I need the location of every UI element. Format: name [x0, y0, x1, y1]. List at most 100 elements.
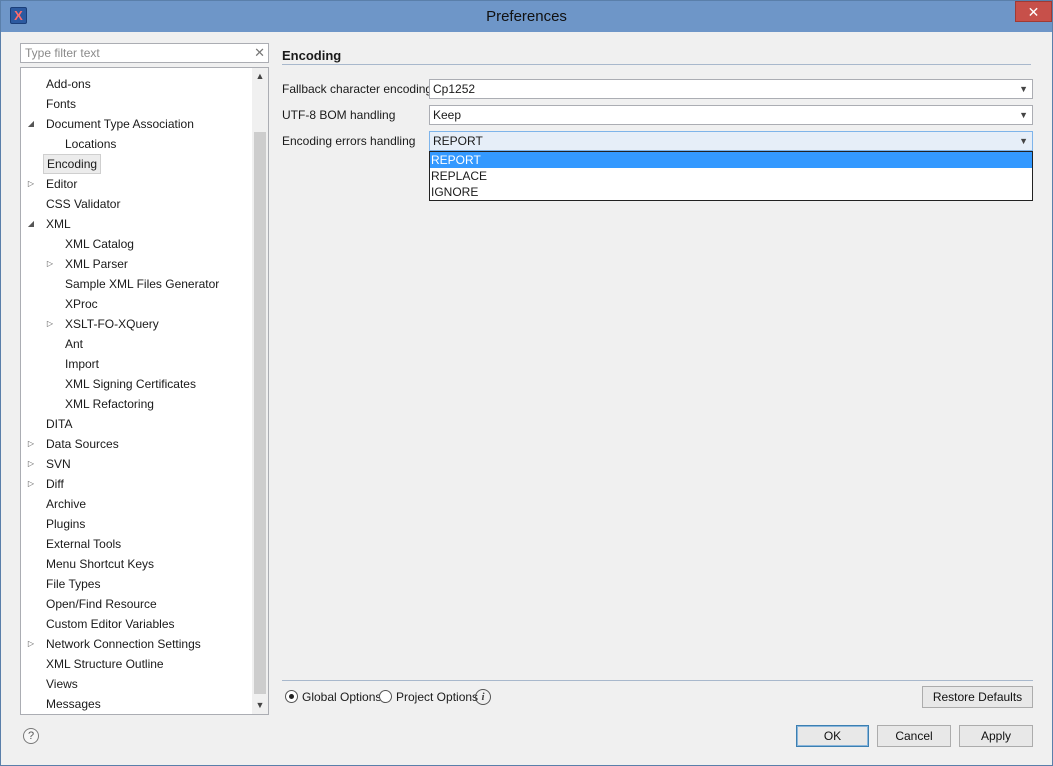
tree-item-label: XML Structure Outline — [46, 657, 164, 671]
errors-handling-value: REPORT — [433, 134, 483, 148]
collapsed-arrow-icon[interactable]: ▷ — [44, 254, 56, 274]
tree-item[interactable]: ▷ XML Parser — [21, 254, 253, 274]
collapsed-arrow-icon[interactable]: ▷ — [25, 454, 37, 474]
tree-item-label: Locations — [65, 137, 117, 151]
clear-filter-icon[interactable]: ✕ — [254, 45, 265, 61]
global-options-radio[interactable]: Global Options — [285, 690, 381, 704]
expanded-arrow-icon[interactable]: ◢ — [25, 114, 37, 134]
tree-item-label: Open/Find Resource — [46, 597, 157, 611]
tree-item[interactable]: ▷ Editor — [21, 174, 253, 194]
tree-item[interactable]: ◢ Document Type Association — [21, 114, 253, 134]
tree-item-label: Import — [65, 357, 100, 371]
collapsed-arrow-icon[interactable]: ▷ — [25, 434, 37, 454]
dropdown-option[interactable]: REPORT — [430, 152, 1032, 168]
tree-item[interactable]: Encoding — [21, 154, 253, 174]
filter-input[interactable] — [21, 44, 246, 62]
tree-item[interactable]: CSS Validator — [21, 194, 253, 214]
tree-item-label: Fonts — [46, 97, 77, 111]
tree-item-label: XML Parser — [65, 257, 128, 271]
tree-item[interactable]: Locations — [21, 134, 253, 154]
tree-item[interactable]: ▷ Diff — [21, 474, 253, 494]
tree-item-label: XML Signing Certificates — [65, 377, 196, 391]
tree-item[interactable]: ▷ SVN — [21, 454, 253, 474]
tree-item[interactable]: Fonts — [21, 94, 253, 114]
info-icon[interactable]: i — [475, 689, 491, 705]
dropdown-option[interactable]: IGNORE — [430, 184, 1032, 200]
help-icon[interactable]: ? — [23, 728, 39, 744]
tree-item[interactable]: Views — [21, 674, 253, 694]
radio-indicator[interactable] — [285, 690, 298, 703]
tree-item-label: Menu Shortcut Keys — [46, 557, 155, 571]
tree-item[interactable]: Custom Editor Variables — [21, 614, 253, 634]
tree-item[interactable]: ▷ Data Sources — [21, 434, 253, 454]
close-window-button[interactable]: ✕ — [1015, 1, 1052, 22]
tree-item-label: Views — [46, 677, 78, 691]
title-divider — [282, 64, 1031, 65]
tree-item[interactable]: Import — [21, 354, 253, 374]
title-bar[interactable]: X Preferences ✕ — [1, 1, 1052, 32]
tree-item[interactable]: Menu Shortcut Keys — [21, 554, 253, 574]
collapsed-arrow-icon[interactable]: ▷ — [44, 314, 56, 334]
window-title: Preferences — [486, 8, 567, 25]
errors-handling-select[interactable]: REPORT ▼ — [429, 131, 1033, 151]
tree-item-label: XProc — [65, 297, 98, 311]
bom-handling-value: Keep — [433, 108, 462, 122]
tree-item[interactable]: XML Catalog — [21, 234, 253, 254]
chevron-down-icon: ▼ — [1019, 110, 1028, 120]
project-options-radio[interactable]: Project Options — [379, 690, 478, 704]
chevron-down-icon: ▼ — [1019, 136, 1028, 146]
tree-item-label: XML Catalog — [65, 237, 134, 251]
tree-item[interactable]: File Types — [21, 574, 253, 594]
scroll-thumb[interactable] — [254, 132, 266, 694]
radio-indicator[interactable] — [379, 690, 392, 703]
tree-item-label: Add-ons — [46, 77, 91, 91]
scroll-down-icon[interactable]: ▼ — [252, 697, 268, 714]
tree-item-label: Sample XML Files Generator — [65, 277, 220, 291]
tree-item[interactable]: ◢ XML — [21, 214, 253, 234]
bom-handling-label: UTF-8 BOM handling — [282, 108, 396, 122]
bom-handling-select[interactable]: Keep ▼ — [429, 105, 1033, 125]
ok-button[interactable]: OK — [796, 725, 869, 747]
tree-item[interactable]: Messages — [21, 694, 253, 714]
collapsed-arrow-icon[interactable]: ▷ — [25, 174, 37, 194]
tree-item[interactable]: Ant — [21, 334, 253, 354]
tree-item-label: XSLT-FO-XQuery — [65, 317, 159, 331]
tree-item[interactable]: Archive — [21, 494, 253, 514]
errors-handling-dropdown: REPORT REPLACE IGNORE — [429, 151, 1033, 201]
tree-item-label: Messages — [46, 697, 101, 711]
tree-item[interactable]: Sample XML Files Generator — [21, 274, 253, 294]
cancel-button[interactable]: Cancel — [877, 725, 951, 747]
tree-item[interactable]: ▷ XSLT-FO-XQuery — [21, 314, 253, 334]
tree-item-label: Document Type Association — [46, 117, 194, 131]
tree-item[interactable]: Plugins — [21, 514, 253, 534]
tree-item-label: Custom Editor Variables — [46, 617, 175, 631]
fallback-encoding-label: Fallback character encoding — [282, 82, 433, 96]
tree-item[interactable]: ▷ Network Connection Settings — [21, 634, 253, 654]
preferences-tree: Add-ons Fonts ◢ Document Type Association Lo… — [20, 67, 269, 715]
collapsed-arrow-icon[interactable]: ▷ — [25, 474, 37, 494]
tree-item-label: Editor — [46, 177, 78, 191]
apply-button[interactable]: Apply — [959, 725, 1033, 747]
tree-item[interactable]: XML Structure Outline — [21, 654, 253, 674]
tree-scrollbar[interactable]: ▲ ▼ — [252, 68, 268, 714]
tree-item[interactable]: Add-ons — [21, 74, 253, 94]
dropdown-option[interactable]: REPLACE — [430, 168, 1032, 184]
tree-item[interactable]: External Tools — [21, 534, 253, 554]
tree-item[interactable]: XML Signing Certificates — [21, 374, 253, 394]
filter-box: ✕ — [20, 43, 269, 63]
tree-item-label: Plugins — [46, 517, 86, 531]
tree-item[interactable]: Open/Find Resource — [21, 594, 253, 614]
expanded-arrow-icon[interactable]: ◢ — [25, 214, 37, 234]
tree-item[interactable]: XML Refactoring — [21, 394, 253, 414]
preferences-dialog: X Preferences ✕ ✕ Add-ons Fonts ◢ Document … — [0, 0, 1053, 766]
tree-item-label: External Tools — [46, 537, 122, 551]
tree-item[interactable]: XProc — [21, 294, 253, 314]
fallback-encoding-select[interactable]: Cp1252 ▼ — [429, 79, 1033, 99]
collapsed-arrow-icon[interactable]: ▷ — [25, 634, 37, 654]
fallback-encoding-value: Cp1252 — [433, 82, 476, 96]
project-options-label: Project Options — [396, 690, 479, 704]
tree-item-label: SVN — [46, 457, 71, 471]
tree-item[interactable]: DITA — [21, 414, 253, 434]
restore-defaults-button[interactable]: Restore Defaults — [922, 686, 1033, 708]
scroll-up-icon[interactable]: ▲ — [252, 68, 268, 85]
